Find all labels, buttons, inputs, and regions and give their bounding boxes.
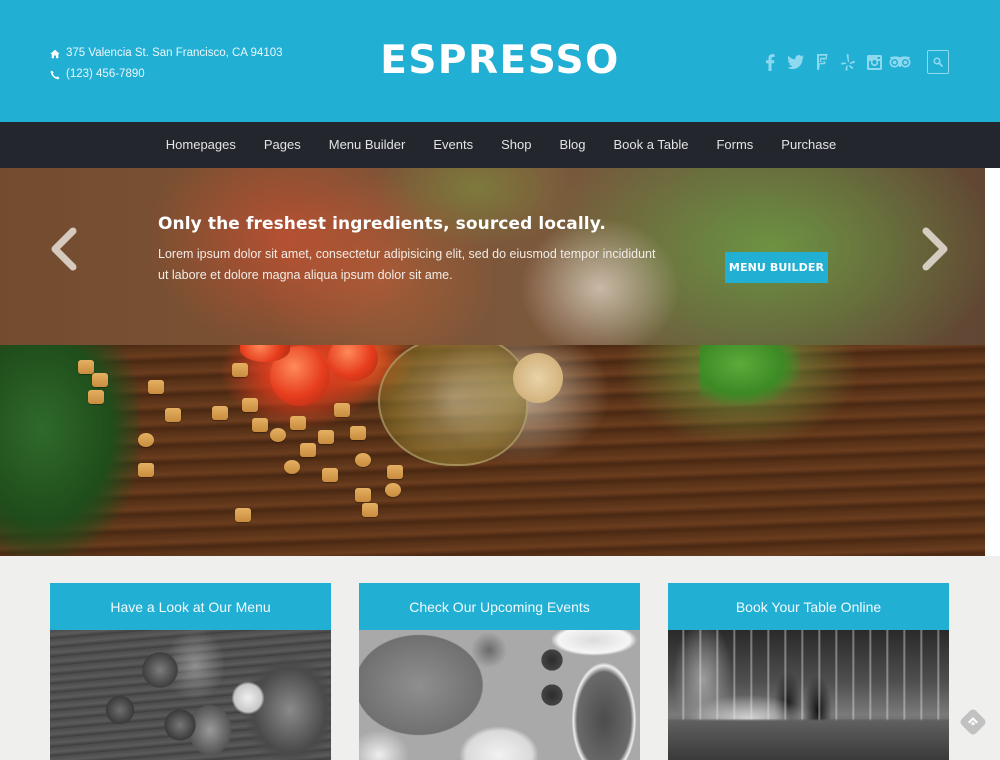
- feedly-icon: [968, 717, 978, 726]
- nav-item-pages[interactable]: Pages: [250, 122, 315, 168]
- card-image-herbs[interactable]: [359, 630, 640, 760]
- feature-cards: Have a Look at Our Menu Check Our Upcomi…: [0, 556, 1000, 760]
- card-title[interactable]: Have a Look at Our Menu: [50, 583, 331, 630]
- nav-item-menu-builder[interactable]: Menu Builder: [315, 122, 420, 168]
- hero-slider: Only the freshest ingredients, sourced l…: [0, 168, 985, 556]
- hero-image-pasta: [318, 430, 334, 444]
- hero-image-pasta: [92, 373, 108, 387]
- hero-image-pasta: [148, 380, 164, 394]
- slider-next-button[interactable]: [915, 224, 955, 274]
- hero-image-pasta: [355, 488, 371, 502]
- nav-item-events[interactable]: Events: [419, 122, 487, 168]
- card-image-ingredients[interactable]: [50, 630, 331, 760]
- hero-image-pasta: [78, 360, 94, 374]
- contact-info: 375 Valencia St. San Francisco, CA 94103…: [50, 43, 283, 85]
- nav-item-blog[interactable]: Blog: [545, 122, 599, 168]
- hero-text: Lorem ipsum dolor sit amet, consectetur …: [158, 247, 656, 282]
- card-menu[interactable]: Have a Look at Our Menu: [50, 583, 331, 760]
- hero-image-pasta: [235, 508, 251, 522]
- hero-image-pasta: [88, 390, 104, 404]
- nav-item-homepages[interactable]: Homepages: [152, 122, 250, 168]
- main-nav: Homepages Pages Menu Builder Events Shop…: [0, 122, 1000, 168]
- tripadvisor-link[interactable]: [887, 50, 913, 74]
- hero-image-pasta: [270, 428, 286, 442]
- hero-title: Only the freshest ingredients, sourced l…: [158, 214, 606, 234]
- instagram-link[interactable]: [861, 50, 887, 74]
- phone-row: (123) 456-7890: [50, 64, 283, 85]
- nav-item-purchase[interactable]: Purchase: [767, 122, 850, 168]
- card-events[interactable]: Check Our Upcoming Events: [359, 583, 640, 760]
- site-logo[interactable]: ESPRESSO: [380, 38, 620, 83]
- home-icon: [50, 49, 60, 58]
- address-text: 375 Valencia St. San Francisco, CA 94103: [66, 47, 283, 59]
- facebook-icon: [766, 53, 775, 71]
- nav-item-book-a-table[interactable]: Book a Table: [600, 122, 703, 168]
- chevron-right-icon: [922, 227, 948, 271]
- instagram-icon: [866, 54, 882, 70]
- hero-image-pasta: [385, 483, 401, 497]
- menu-builder-button[interactable]: MENU BUILDER: [725, 252, 828, 283]
- card-book-table[interactable]: Book Your Table Online: [668, 583, 949, 760]
- nav-item-shop[interactable]: Shop: [487, 122, 545, 168]
- search-button[interactable]: [927, 50, 949, 74]
- phone-text[interactable]: (123) 456-7890: [66, 64, 145, 85]
- hero-image-oil-jar: [378, 336, 528, 466]
- hero-image-basil: [700, 336, 800, 406]
- hero-image-pasta: [242, 398, 258, 412]
- hero-image-pasta: [284, 460, 300, 474]
- yelp-icon: [841, 53, 855, 71]
- card-image-restaurant[interactable]: [668, 630, 949, 760]
- card-title[interactable]: Book Your Table Online: [668, 583, 949, 630]
- address-row: 375 Valencia St. San Francisco, CA 94103: [50, 43, 283, 64]
- hero-image-pasta: [138, 463, 154, 477]
- foursquare-icon: [817, 54, 828, 70]
- nav-item-forms[interactable]: Forms: [702, 122, 767, 168]
- foursquare-link[interactable]: [809, 50, 835, 74]
- facebook-link[interactable]: [757, 50, 783, 74]
- hero-image-pasta: [362, 503, 378, 517]
- hero-image-pasta: [322, 468, 338, 482]
- hero-image-pasta: [252, 418, 268, 432]
- hero-right-gap: [985, 168, 1000, 556]
- hero-image-pasta: [387, 465, 403, 479]
- card-title[interactable]: Check Our Upcoming Events: [359, 583, 640, 630]
- hero-image-pasta: [165, 408, 181, 422]
- chevron-left-icon: [51, 227, 77, 271]
- yelp-link[interactable]: [835, 50, 861, 74]
- hero-image-pasta: [290, 416, 306, 430]
- hero-image-pasta: [350, 426, 366, 440]
- hero-image-pasta: [300, 443, 316, 457]
- hero-image-pasta: [138, 433, 154, 447]
- site-header: 375 Valencia St. San Francisco, CA 94103…: [0, 0, 1000, 122]
- twitter-icon: [788, 55, 804, 69]
- hero-image-pasta: [232, 363, 248, 377]
- hero-image-pasta: [334, 403, 350, 417]
- hero-image-pasta: [355, 453, 371, 467]
- social-links: [757, 50, 949, 74]
- hero-image-cork: [513, 353, 563, 403]
- tripadvisor-icon: [889, 56, 911, 68]
- twitter-link[interactable]: [783, 50, 809, 74]
- hero-image-herb: [0, 343, 140, 556]
- search-icon: [933, 57, 943, 67]
- phone-icon: [50, 70, 60, 79]
- hero-caption: Only the freshest ingredients, sourced l…: [158, 213, 658, 286]
- hero-image-pasta: [212, 406, 228, 420]
- slider-prev-button[interactable]: [44, 224, 84, 274]
